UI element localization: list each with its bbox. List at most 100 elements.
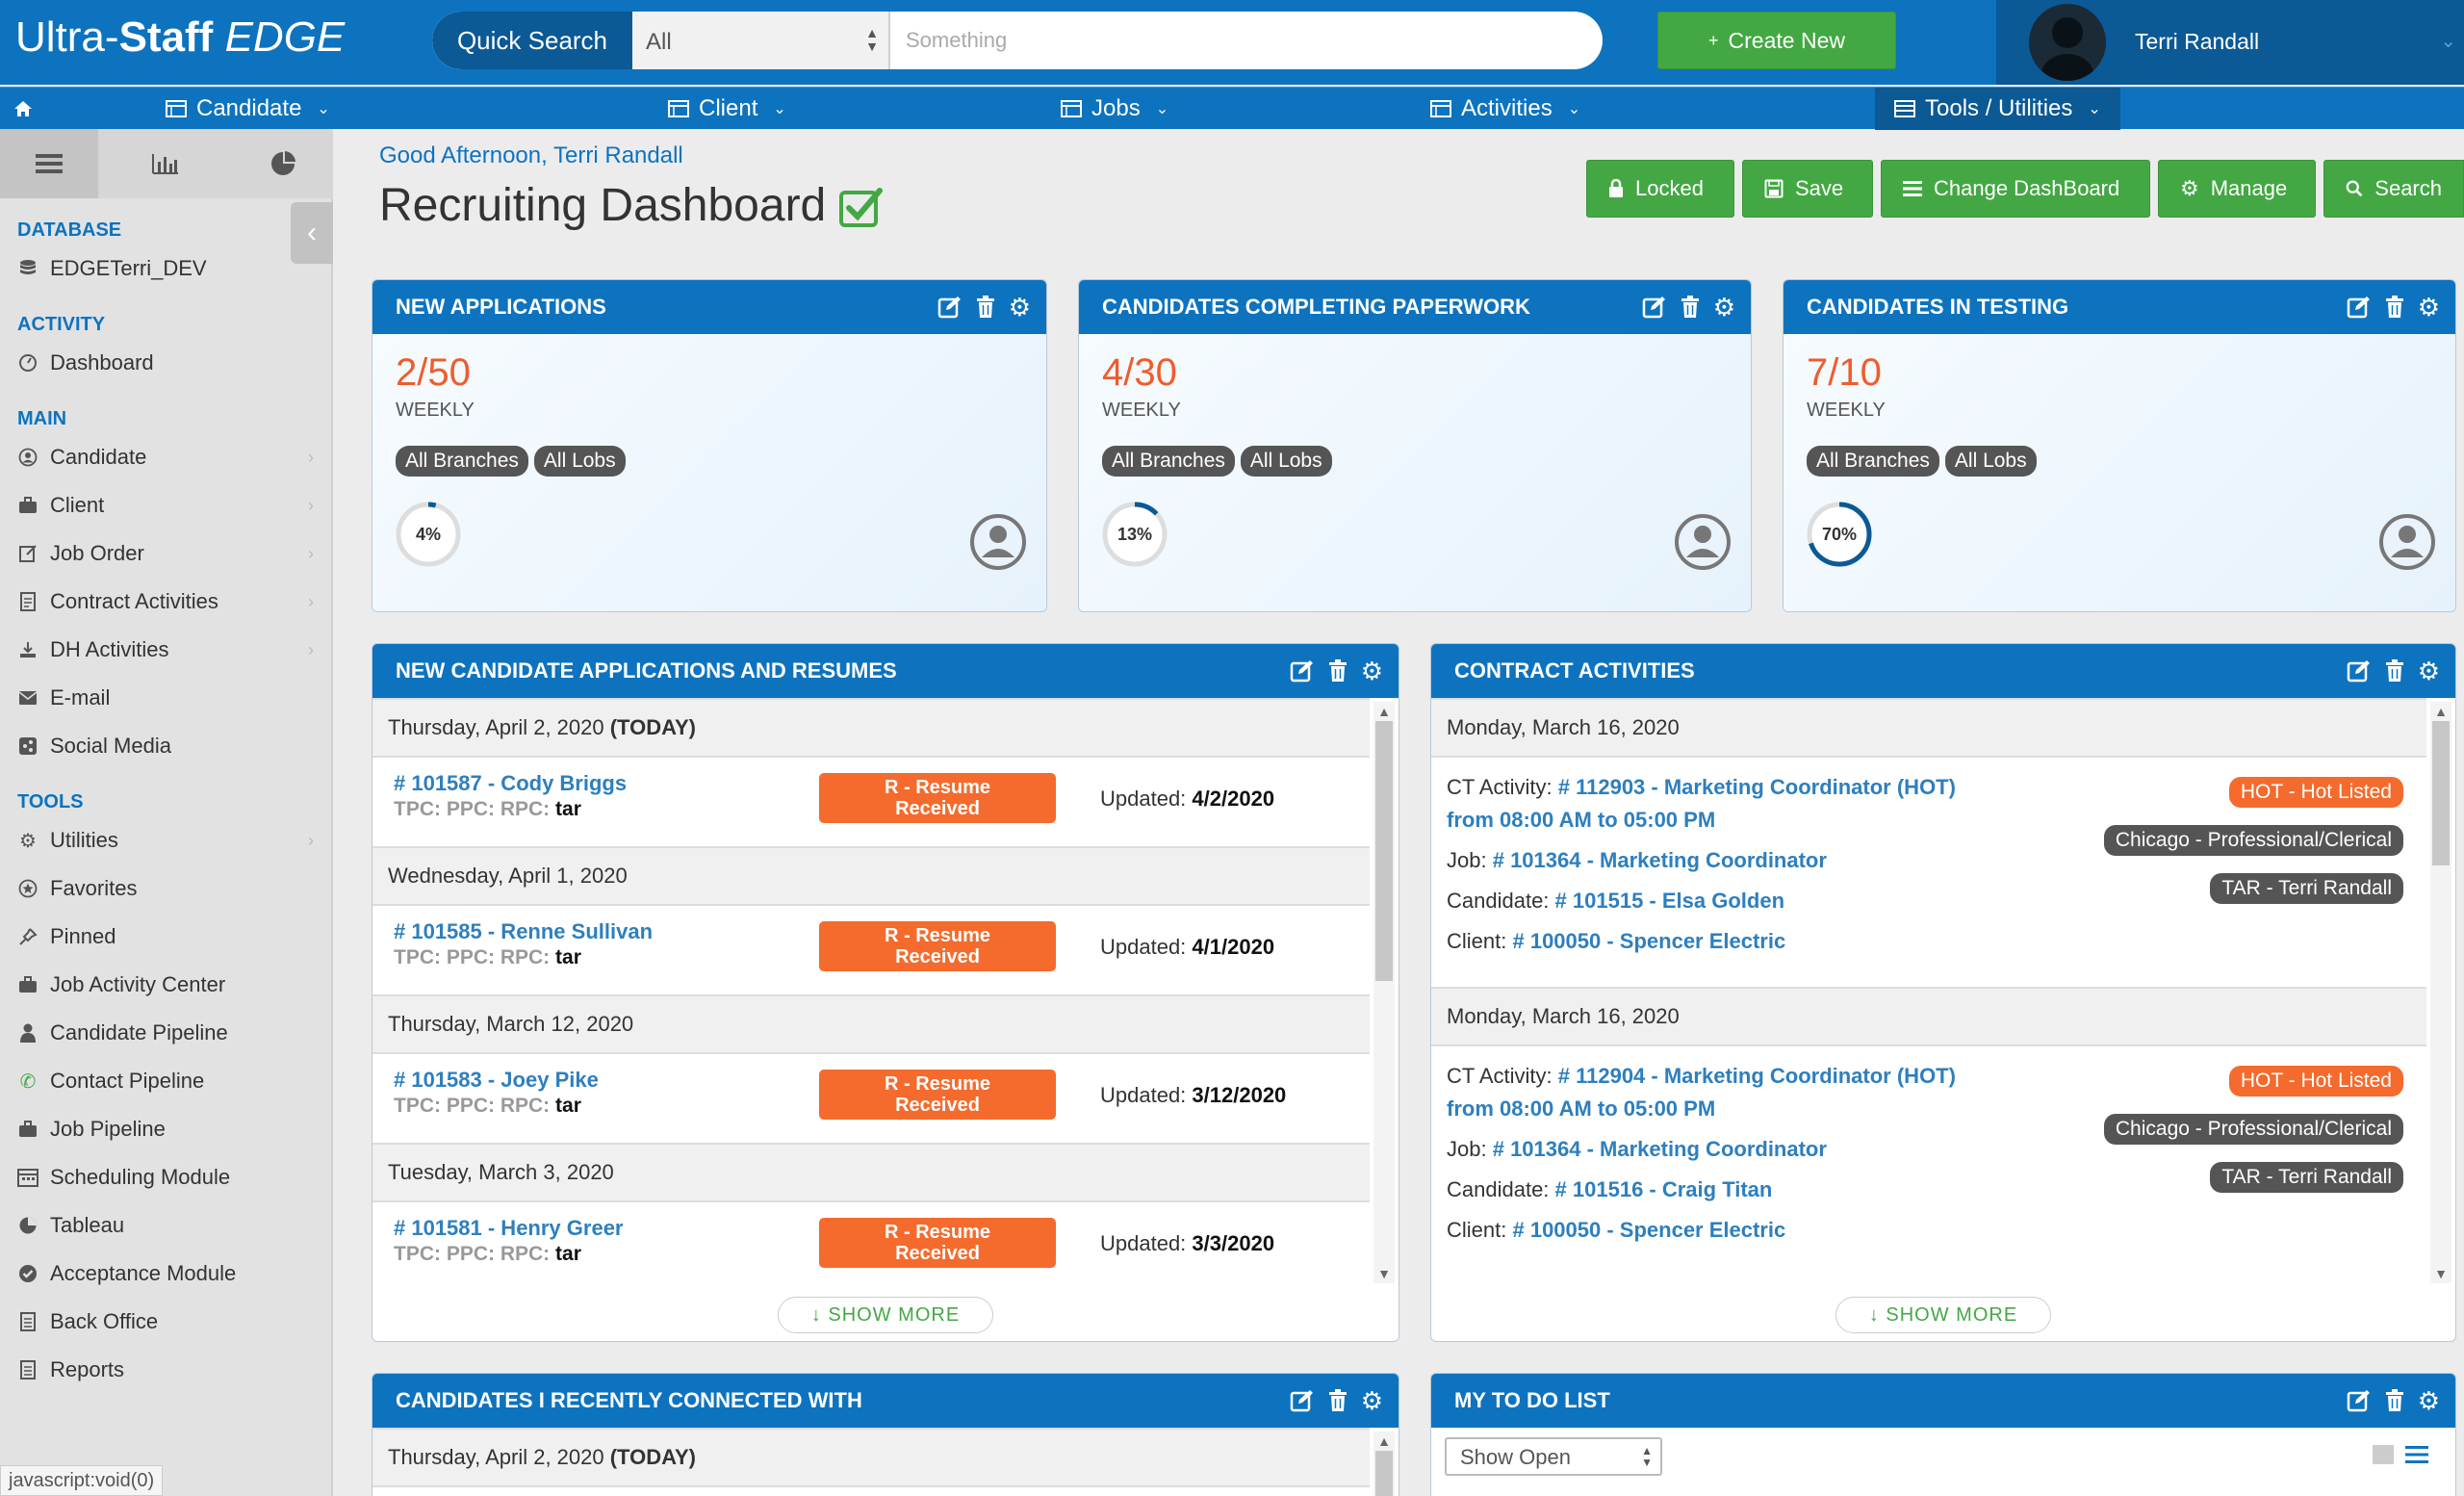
tag-branches[interactable]: All Branches <box>396 446 528 477</box>
edit-icon[interactable] <box>2347 659 2372 683</box>
manage-button[interactable]: ⚙ Manage <box>2158 160 2316 218</box>
status-badge[interactable]: R - Resume Received <box>819 1218 1056 1268</box>
search-button[interactable]: Search <box>2323 160 2464 218</box>
user-menu[interactable]: Terri Randall ⌄ <box>1996 0 2464 85</box>
edit-icon[interactable] <box>1290 1389 1315 1412</box>
tab-pie[interactable] <box>233 129 333 198</box>
scrollbar[interactable]: ▲ ▼ <box>1373 702 1395 1283</box>
user-circle-icon[interactable] <box>1674 513 1732 571</box>
sidebar-item-acceptance-module[interactable]: Acceptance Module <box>17 1257 321 1290</box>
nav-jobs[interactable]: Jobs ⌄ <box>1061 88 1168 130</box>
gear-icon[interactable]: ⚙ <box>2418 658 2440 684</box>
app-logo[interactable]: Ultra-Staff EDGE <box>15 13 345 62</box>
gear-icon[interactable]: ⚙ <box>1361 658 1383 684</box>
sidebar-item-client[interactable]: Client › <box>17 489 321 522</box>
change-dashboard-button[interactable]: Change DashBoard <box>1881 160 2150 218</box>
gear-icon[interactable]: ⚙ <box>1361 1388 1383 1413</box>
sidebar-item-pinned[interactable]: Pinned <box>17 920 321 953</box>
list-view-icon[interactable] <box>2405 1445 2428 1464</box>
save-button[interactable]: Save <box>1742 160 1873 218</box>
sidebar-item-job-order[interactable]: Job Order › <box>17 537 321 570</box>
trash-icon[interactable] <box>2385 659 2404 683</box>
show-more-button[interactable]: ↓ SHOW MORE <box>1835 1297 2051 1333</box>
gear-icon[interactable]: ⚙ <box>2418 1388 2440 1413</box>
client-link[interactable]: # 100050 - Spencer Electric <box>1512 1218 1785 1242</box>
scroll-up-icon[interactable]: ▲ <box>2430 704 2451 719</box>
edit-icon[interactable] <box>1642 296 1667 319</box>
locked-button[interactable]: Locked <box>1586 160 1734 218</box>
show-more-button[interactable]: ↓ SHOW MORE <box>778 1297 993 1333</box>
gear-icon[interactable]: ⚙ <box>2418 295 2440 320</box>
gear-icon[interactable]: ⚙ <box>1009 295 1031 320</box>
tag-lobs[interactable]: All Lobs <box>533 446 626 477</box>
candidate-link[interactable]: # 101515 - Elsa Golden <box>1555 889 1784 913</box>
ct-activity-link[interactable]: # 112904 - Marketing Coordinator (HOT) <box>1558 1064 1956 1088</box>
tag-branches[interactable]: All Branches <box>1102 446 1235 477</box>
sidebar-item-job-pipeline[interactable]: Job Pipeline <box>17 1113 321 1146</box>
quick-search-input[interactable] <box>892 12 1527 69</box>
todo-filter-select[interactable]: Show Open ▲ ▼ <box>1445 1437 1662 1476</box>
candidate-link[interactable]: # 101587 - Cody Briggs <box>394 771 627 796</box>
sidebar-item-dashboard[interactable]: Dashboard <box>17 347 321 379</box>
edit-icon[interactable] <box>2347 296 2372 319</box>
candidate-link[interactable]: # 101583 - Joey Pike <box>394 1068 599 1093</box>
checkbox-checked-icon[interactable] <box>839 185 884 227</box>
scroll-down-icon[interactable]: ▼ <box>2430 1266 2451 1281</box>
nav-candidate[interactable]: Candidate ⌄ <box>166 88 330 130</box>
job-link[interactable]: # 101364 - Marketing Coordinator <box>1493 848 1827 872</box>
scroll-thumb[interactable] <box>1375 721 1393 981</box>
gear-icon[interactable]: ⚙ <box>1713 295 1735 320</box>
scrollbar[interactable]: ▲ <box>1373 1432 1395 1496</box>
edit-icon[interactable] <box>937 296 962 319</box>
sidebar-item-email[interactable]: E-mail <box>17 682 321 714</box>
job-link[interactable]: # 101364 - Marketing Coordinator <box>1493 1137 1827 1161</box>
sidebar-item-dh-activities[interactable]: DH Activities › <box>17 633 321 666</box>
edit-icon[interactable] <box>1290 659 1315 683</box>
user-circle-icon[interactable] <box>2378 513 2436 571</box>
nav-activities[interactable]: Activities ⌄ <box>1430 88 1580 130</box>
sidebar-item-scheduling-module[interactable]: Scheduling Module <box>17 1161 321 1194</box>
nav-tools-utilities[interactable]: Tools / Utilities ⌄ <box>1875 88 2120 130</box>
candidate-link[interactable]: # 101585 - Renne Sullivan <box>394 919 653 944</box>
tab-menu[interactable] <box>0 129 98 198</box>
sidebar-item-candidate[interactable]: Candidate › <box>17 441 321 474</box>
create-new-button[interactable]: + Create New <box>1657 12 1896 69</box>
tab-charts[interactable] <box>98 129 233 198</box>
trash-icon[interactable] <box>1681 296 1700 319</box>
sidebar-item-social-media[interactable]: Social Media <box>17 730 321 762</box>
quick-search-button[interactable]: Quick Search <box>432 12 632 69</box>
ct-time-link[interactable]: from 08:00 AM to 05:00 PM <box>1447 808 1715 832</box>
scroll-up-icon[interactable]: ▲ <box>1373 704 1395 719</box>
status-badge[interactable]: R - Resume Received <box>819 1070 1056 1120</box>
scrollbar[interactable]: ▲ ▼ <box>2430 702 2451 1283</box>
sidebar-item-job-activity-center[interactable]: Job Activity Center <box>17 968 321 1001</box>
grid-view-icon[interactable] <box>2373 1445 2394 1464</box>
sidebar-item-utilities[interactable]: ⚙ Utilities › <box>17 824 321 857</box>
nav-client[interactable]: Client ⌄ <box>668 88 786 130</box>
scroll-thumb[interactable] <box>2432 721 2450 865</box>
sidebar-item-reports[interactable]: Reports <box>17 1354 321 1386</box>
search-category-select[interactable]: All ▲ ▼ <box>632 12 890 69</box>
home-nav-button[interactable] <box>13 88 33 130</box>
trash-icon[interactable] <box>1328 659 1348 683</box>
status-badge[interactable]: R - Resume Received <box>819 921 1056 971</box>
sidebar-item-candidate-pipeline[interactable]: Candidate Pipeline <box>17 1017 321 1049</box>
trash-icon[interactable] <box>2385 296 2404 319</box>
tag-lobs[interactable]: All Lobs <box>1944 446 2037 477</box>
tag-lobs[interactable]: All Lobs <box>1240 446 1332 477</box>
edit-icon[interactable] <box>2347 1389 2372 1412</box>
trash-icon[interactable] <box>1328 1389 1348 1412</box>
user-circle-icon[interactable] <box>969 513 1027 571</box>
client-link[interactable]: # 100050 - Spencer Electric <box>1512 929 1785 953</box>
sidebar-item-favorites[interactable]: Favorites <box>17 872 321 905</box>
sidebar-item-tableau[interactable]: Tableau <box>17 1209 321 1242</box>
ct-activity-link[interactable]: # 112903 - Marketing Coordinator (HOT) <box>1558 775 1956 799</box>
candidate-link[interactable]: # 101581 - Henry Greer <box>394 1216 624 1241</box>
trash-icon[interactable] <box>976 296 995 319</box>
sidebar-item-back-office[interactable]: Back Office <box>17 1305 321 1338</box>
sidebar-item-contract-activities[interactable]: Contract Activities › <box>17 585 321 618</box>
status-badge[interactable]: R - Resume Received <box>819 773 1056 823</box>
tag-branches[interactable]: All Branches <box>1807 446 1939 477</box>
candidate-link[interactable]: # 101516 - Craig Titan <box>1555 1177 1773 1201</box>
scroll-up-icon[interactable]: ▲ <box>1373 1433 1395 1449</box>
